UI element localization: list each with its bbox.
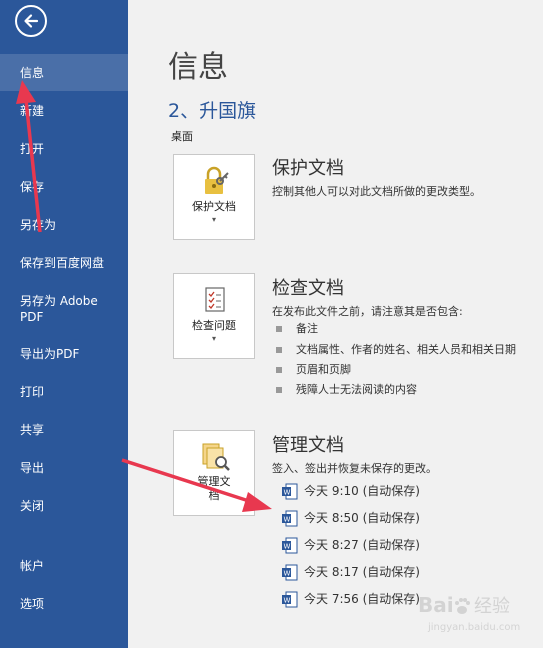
protect-document-button[interactable]: 保护文档 ▾ <box>173 154 255 240</box>
sidebar-item-new[interactable]: 新建 <box>0 103 128 119</box>
chevron-down-icon: ▾ <box>211 215 216 224</box>
svg-text:Bai: Bai <box>418 593 454 617</box>
autosave-version-item[interactable]: W 今天 8:50 (自动保存) <box>282 509 420 527</box>
protect-section-desc: 控制其他人可以对此文档所做的更改类型。 <box>272 185 481 198</box>
sidebar-item-save-as-adobe-pdf[interactable]: 另存为 Adobe PDF <box>0 293 110 325</box>
word-doc-icon: W <box>282 537 298 554</box>
word-doc-icon: W <box>282 564 298 581</box>
autosave-version-item[interactable]: W 今天 8:17 (自动保存) <box>282 563 420 581</box>
svg-text:W: W <box>284 543 291 551</box>
document-location: 桌面 <box>171 130 193 143</box>
chevron-down-icon: ▾ <box>211 334 216 343</box>
sidebar-item-export[interactable]: 导出 <box>0 460 128 476</box>
sidebar-item-account[interactable]: 帐户 <box>0 558 128 574</box>
protect-section-title: 保护文档 <box>272 158 344 179</box>
word-doc-icon: W <box>282 483 298 500</box>
autosave-version-item[interactable]: W 今天 9:10 (自动保存) <box>282 482 420 500</box>
protect-document-label: 保护文档 <box>192 200 236 213</box>
info-panel: 信息 2、升国旗 桌面 保护文档 ▾ 保护文档 控制其他人可以对此文档所做的更改… <box>128 0 543 648</box>
sidebar-item-close[interactable]: 关闭 <box>0 498 128 514</box>
svg-text:W: W <box>284 597 291 605</box>
checklist-icon <box>205 287 225 312</box>
sidebar-item-save[interactable]: 保存 <box>0 179 128 195</box>
manage-section-title: 管理文档 <box>272 435 344 456</box>
list-item: 页眉和页脚 <box>276 361 351 377</box>
check-for-issues-label: 检查问题 <box>192 319 236 332</box>
autosave-version-item[interactable]: W 今天 7:56 (自动保存) <box>282 590 420 608</box>
baidu-watermark: Bai 经验 jingyan.baidu.com <box>410 588 538 642</box>
list-item: 备注 <box>276 320 318 336</box>
sidebar-item-options[interactable]: 选项 <box>0 596 128 612</box>
inspect-section-title: 检查文档 <box>272 278 344 299</box>
svg-text:W: W <box>284 516 291 524</box>
document-title: 2、升国旗 <box>168 100 257 122</box>
sidebar-item-export-pdf[interactable]: 导出为PDF <box>0 346 128 362</box>
check-for-issues-button[interactable]: 检查问题 ▾ <box>173 273 255 359</box>
sidebar-item-save-to-baidu[interactable]: 保存到百度网盘 <box>0 255 128 271</box>
sidebar-item-info[interactable]: 信息 <box>0 54 128 91</box>
list-item: 残障人士无法阅读的内容 <box>276 381 417 397</box>
svg-text:W: W <box>284 570 291 578</box>
back-icon[interactable] <box>15 5 47 37</box>
inspect-section-desc: 在发布此文件之前，请注意其是否包含: <box>272 305 463 318</box>
list-item: 文档属性、作者的姓名、相关人员和相关日期 <box>276 341 516 357</box>
sidebar-item-print[interactable]: 打印 <box>0 384 128 400</box>
word-doc-icon: W <box>282 510 298 527</box>
word-doc-icon: W <box>282 591 298 608</box>
page-title: 信息 <box>168 50 228 85</box>
manage-document-label-2: 档 <box>208 489 220 502</box>
svg-text:W: W <box>284 489 291 497</box>
lock-key-icon <box>205 166 229 194</box>
sidebar-item-open[interactable]: 打开 <box>0 141 128 157</box>
backstage-sidebar: 信息 新建 打开 保存 另存为 保存到百度网盘 另存为 Adobe PDF 导出… <box>0 0 128 648</box>
svg-text:经验: 经验 <box>474 596 510 617</box>
sidebar-item-share[interactable]: 共享 <box>0 422 128 438</box>
manage-document-button[interactable]: 管理文 档 <box>173 430 255 516</box>
manage-section-desc: 签入、签出并恢复未保存的更改。 <box>272 462 437 475</box>
baidu-paw-logo: Bai 经验 jingyan.baidu.com <box>418 593 520 633</box>
manage-document-label: 管理文 <box>197 475 231 488</box>
sidebar-item-save-as[interactable]: 另存为 <box>0 217 128 233</box>
manage-versions-icon <box>202 443 230 471</box>
autosave-version-item[interactable]: W 今天 8:27 (自动保存) <box>282 536 420 554</box>
svg-text:jingyan.baidu.com: jingyan.baidu.com <box>427 622 520 633</box>
